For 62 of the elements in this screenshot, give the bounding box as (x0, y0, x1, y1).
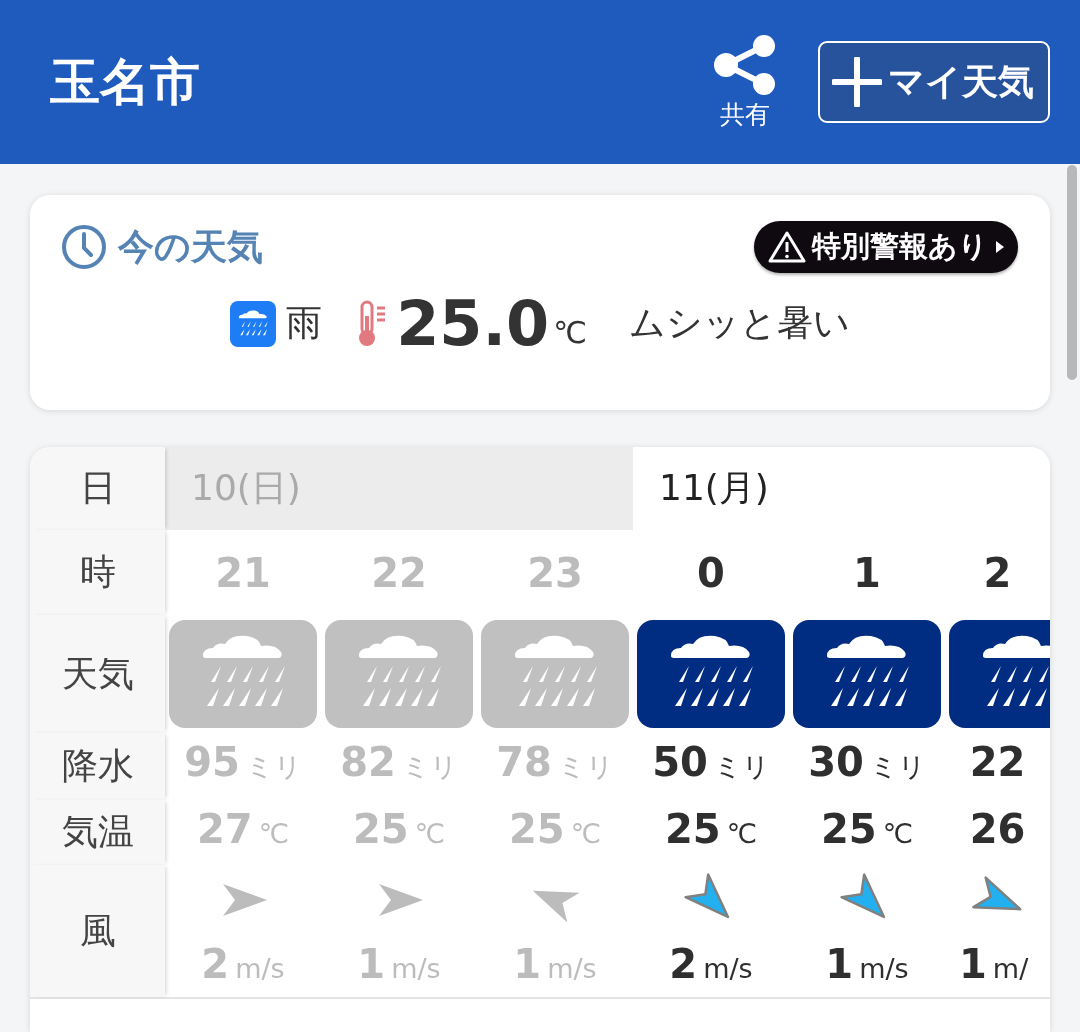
hour-label: 0 (697, 549, 725, 596)
precipitation-unit: ミリ (557, 750, 614, 784)
temperature-unit: ℃ (258, 818, 289, 849)
hour-label: 22 (371, 549, 427, 596)
temperature-value: 25 (509, 806, 565, 852)
precipitation-value: 50 (652, 739, 708, 785)
clock-icon (60, 223, 108, 271)
wind-speed-value: 1 (357, 941, 386, 987)
row-label: 降水 (30, 733, 165, 800)
row-label: 時 (30, 530, 165, 615)
temperature: 25.0 (396, 287, 550, 360)
weather-comment: ムシッと暑い (628, 301, 850, 345)
temperature-value: 25 (821, 806, 877, 852)
wind-speed-value: 1 (959, 941, 987, 987)
precipitation-unit: ミリ (713, 750, 770, 784)
precipitation-value: 82 (340, 739, 396, 785)
hour-label: 21 (215, 549, 271, 596)
weather-text: 雨 (286, 301, 323, 345)
plus-icon (832, 57, 882, 107)
row-label: 日 (30, 447, 165, 530)
day-header: 11(月) (633, 447, 1050, 530)
alert-badge[interactable]: 特別警報あり (754, 221, 1018, 273)
wind-speed-value: 2 (201, 941, 230, 987)
my-weather-button[interactable]: マイ天気 (818, 41, 1050, 123)
day-header: 10(日) (165, 447, 633, 530)
precipitation-value: 30 (808, 739, 864, 785)
temperature-value: 26 (969, 806, 1026, 852)
precipitation-value: 78 (496, 739, 552, 785)
wind-speed-unit: m/ (992, 953, 1029, 984)
city-title: 玉名市 (50, 51, 201, 113)
share-icon[interactable] (712, 33, 778, 96)
row-label: 風 (30, 865, 165, 997)
row-label: 気温 (30, 800, 165, 865)
rain-icon (230, 300, 277, 347)
temperature-unit: ℃ (570, 818, 601, 849)
precipitation-value: 95 (184, 739, 240, 785)
precipitation-value: 22 (969, 739, 1026, 785)
scrollbar[interactable] (1067, 165, 1077, 380)
wind-speed-unit: m/s (703, 953, 753, 984)
precipitation-unit: ミリ (401, 750, 458, 784)
hour-label: 23 (527, 549, 583, 596)
wind-speed-unit: m/s (547, 953, 597, 984)
wind-speed-unit: m/s (859, 953, 909, 984)
wind-speed-unit: m/s (391, 953, 441, 984)
temperature-unit: ℃ (882, 818, 913, 849)
share-label[interactable]: 共有 (720, 97, 770, 131)
row-label: 天気 (30, 615, 165, 733)
wind-speed-value: 1 (825, 941, 854, 987)
wind-speed-unit: m/s (235, 953, 285, 984)
temperature-unit: ℃ (726, 818, 757, 849)
temperature-value: 25 (353, 806, 409, 852)
hour-label: 2 (983, 549, 1012, 596)
temperature-value: 27 (197, 806, 253, 852)
wind-speed-value: 1 (513, 941, 542, 987)
precipitation-unit: ミリ (869, 750, 926, 784)
wind-speed-value: 2 (669, 941, 698, 987)
precipitation-unit: ミリ (245, 750, 302, 784)
temperature-unit: ℃ (414, 818, 445, 849)
temperature-unit: ℃ (553, 315, 587, 350)
section-title: 今の天気 (118, 224, 263, 269)
hour-label: 1 (853, 549, 881, 596)
temperature-value: 25 (665, 806, 721, 852)
